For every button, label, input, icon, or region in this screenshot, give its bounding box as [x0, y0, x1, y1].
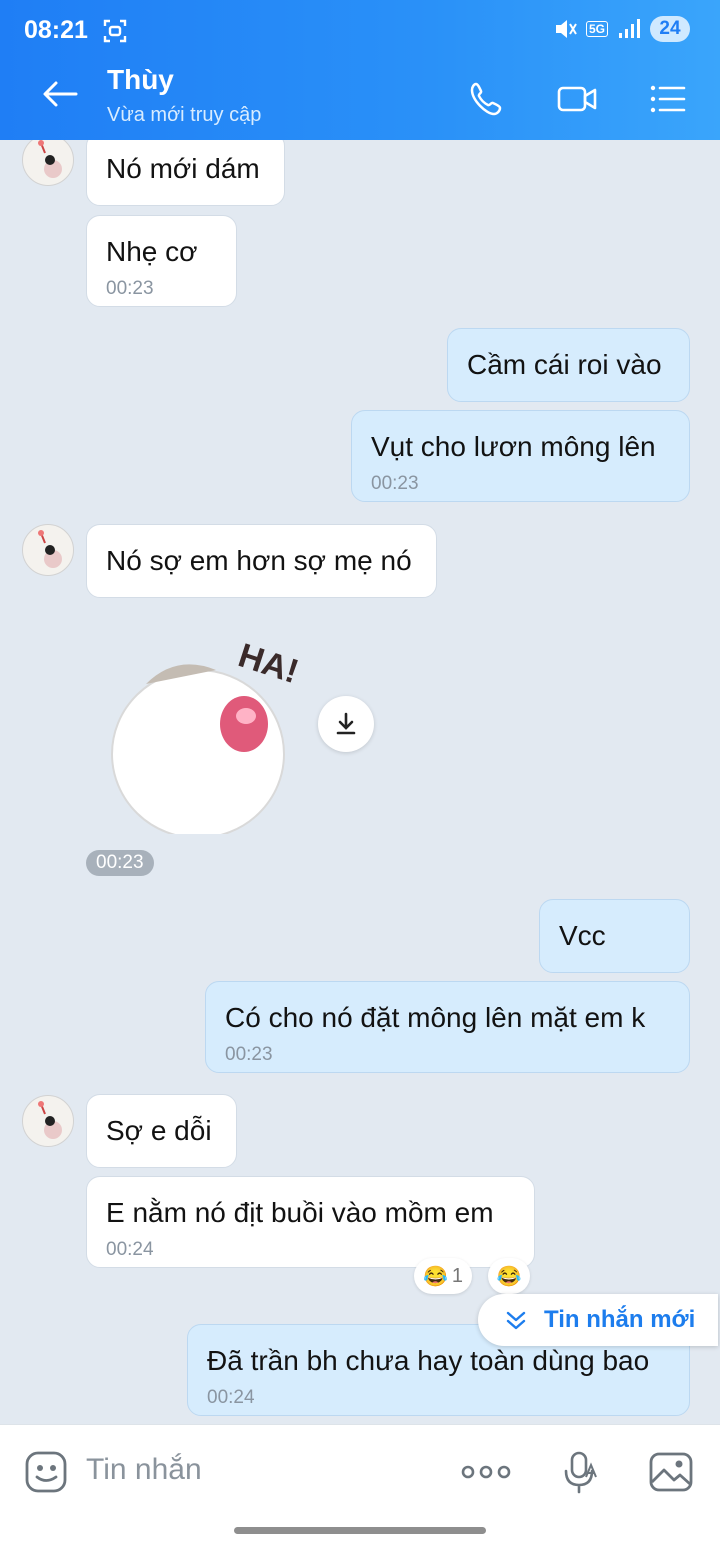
menu-list-icon[interactable]	[648, 80, 686, 118]
composer-bar: Tin nhắn	[0, 1424, 720, 1544]
chat-area[interactable]: Nó mới dám Nhẹ cơ 00:23 Cầm cái roi vào …	[0, 140, 720, 1424]
message-text: Nhẹ cơ	[106, 236, 198, 267]
message-time: 00:23	[106, 278, 154, 299]
message-bubble[interactable]: E nằm nó địt buồi vào mồm em 00:24	[86, 1176, 535, 1268]
image-icon[interactable]	[648, 1449, 694, 1495]
reaction-count: 1	[451, 1264, 464, 1287]
battery-badge: 24	[650, 16, 690, 42]
reaction-summary[interactable]: 😂 1	[414, 1258, 472, 1294]
contact-name[interactable]: Thùy	[107, 64, 174, 96]
network-badge: 5G	[585, 21, 608, 37]
add-reaction-button[interactable]: 😂	[488, 1258, 530, 1294]
back-arrow-icon[interactable]	[40, 78, 80, 110]
more-dots-icon[interactable]	[460, 1449, 512, 1495]
signal-icon	[619, 19, 640, 38]
screenshot-scan-icon	[103, 19, 127, 43]
phone-icon[interactable]	[468, 80, 506, 118]
video-call-icon[interactable]	[556, 80, 598, 118]
contact-status: Vừa mới truy cập	[107, 104, 262, 126]
message-text: Đã trần bh chưa hay toàn dùng bao	[207, 1345, 650, 1376]
chevron-double-down-icon	[506, 1311, 526, 1330]
avatar-image	[38, 530, 62, 568]
new-messages-button[interactable]: Tin nhắn mới	[478, 1294, 718, 1346]
message-bubble[interactable]: Có cho nó đặt mông lên mặt em k 00:23	[205, 981, 690, 1073]
download-button[interactable]	[318, 696, 374, 752]
message-text: Sợ e dỗi	[106, 1115, 212, 1146]
message-bubble[interactable]: Cầm cái roi vào	[447, 328, 690, 402]
avatar[interactable]	[22, 1095, 74, 1147]
sticker-time: 00:23	[86, 850, 154, 876]
message-text: Có cho nó đặt mông lên mặt em k	[225, 1002, 646, 1033]
voice-mic-icon[interactable]	[558, 1449, 604, 1495]
home-indicator[interactable]	[234, 1527, 486, 1534]
sticker-emoji-icon[interactable]	[24, 1449, 70, 1495]
message-time: 00:24	[207, 1387, 255, 1408]
avatar[interactable]	[22, 140, 74, 186]
message-bubble[interactable]: Vcc	[539, 899, 690, 973]
mute-icon	[555, 20, 577, 38]
status-bar: 08:21 5G 24	[0, 0, 720, 62]
message-input[interactable]: Tin nhắn	[86, 1453, 202, 1487]
message-time: 00:23	[225, 1044, 273, 1065]
laughing-emoji-icon: 😂	[496, 1265, 522, 1288]
avatar-image	[38, 140, 62, 178]
status-time: 08:21	[24, 16, 88, 44]
message-text: E nằm nó địt buồi vào mồm em	[106, 1197, 494, 1228]
message-bubble[interactable]: Nó mới dám	[86, 140, 285, 206]
message-bubble[interactable]: Nhẹ cơ 00:23	[86, 215, 237, 307]
message-time: 00:23	[371, 473, 419, 494]
message-bubble[interactable]: Vụt cho lươn mông lên 00:23	[351, 410, 690, 502]
message-text: Cầm cái roi vào	[467, 349, 662, 380]
message-bubble[interactable]: Nó sợ em hơn sợ mẹ nó	[86, 524, 437, 598]
sticker-image[interactable]: HA!	[106, 624, 316, 834]
laughing-emoji-icon: 😂	[422, 1265, 448, 1288]
message-text: Nó sợ em hơn sợ mẹ nó	[106, 545, 412, 576]
message-text: Vcc	[559, 920, 606, 951]
message-text: Nó mới dám	[106, 153, 260, 184]
status-icons: 5G 24	[552, 16, 690, 42]
new-messages-label: Tin nhắn mới	[544, 1306, 696, 1333]
message-text: Vụt cho lươn mông lên	[371, 431, 656, 462]
message-bubble[interactable]: Sợ e dỗi	[86, 1094, 237, 1168]
download-icon	[336, 712, 356, 735]
avatar-image	[38, 1101, 62, 1139]
chat-header: 08:21 5G 24 Thùy Vừa mới truy cập	[0, 0, 720, 140]
avatar[interactable]	[22, 524, 74, 576]
